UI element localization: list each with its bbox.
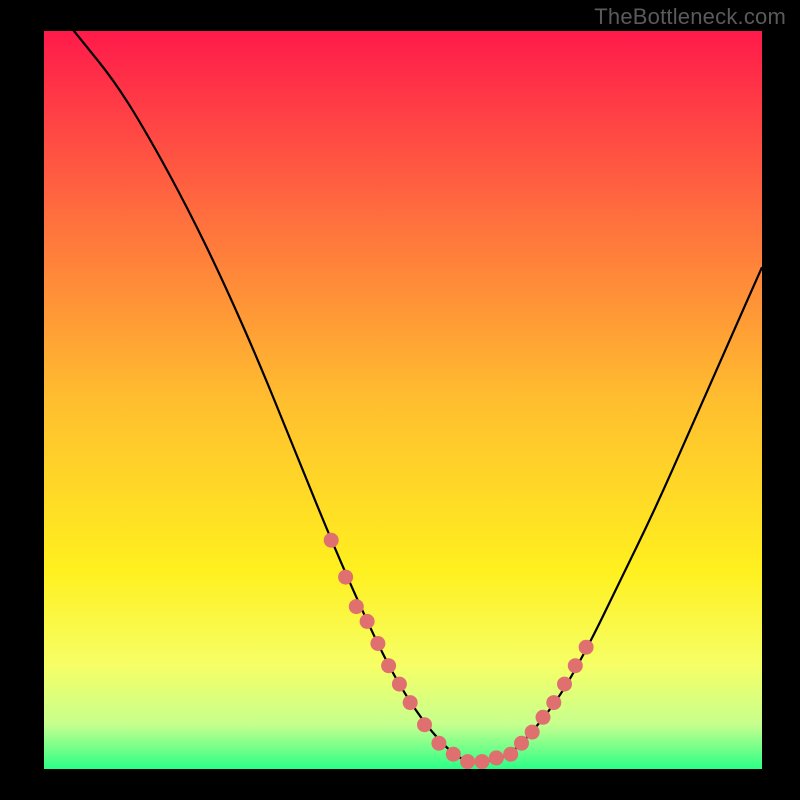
curve-layer: [0, 0, 800, 800]
curve-marker: [546, 695, 561, 710]
curve-marker: [392, 677, 407, 692]
curve-marker: [403, 695, 418, 710]
curve-marker: [557, 677, 572, 692]
curve-marker: [324, 533, 339, 548]
curve-marker: [579, 640, 594, 655]
curve-marker: [360, 614, 375, 629]
curve-markers: [324, 533, 594, 769]
curve-marker: [381, 658, 396, 673]
curve-marker: [489, 750, 504, 765]
curve-marker: [503, 747, 518, 762]
curve-marker: [460, 754, 475, 769]
curve-marker: [431, 736, 446, 751]
curve-marker: [370, 636, 385, 651]
curve-marker: [568, 658, 583, 673]
curve-marker: [349, 599, 364, 614]
curve-marker: [514, 736, 529, 751]
curve-marker: [536, 710, 551, 725]
curve-marker: [446, 747, 461, 762]
curve-marker: [475, 754, 490, 769]
curve-marker: [525, 725, 540, 740]
curve-marker: [338, 570, 353, 585]
curve-marker: [417, 717, 432, 732]
bottleneck-curve: [44, 0, 762, 762]
watermark: TheBottleneck.com: [594, 4, 786, 30]
chart-root: TheBottleneck.com: [0, 0, 800, 800]
